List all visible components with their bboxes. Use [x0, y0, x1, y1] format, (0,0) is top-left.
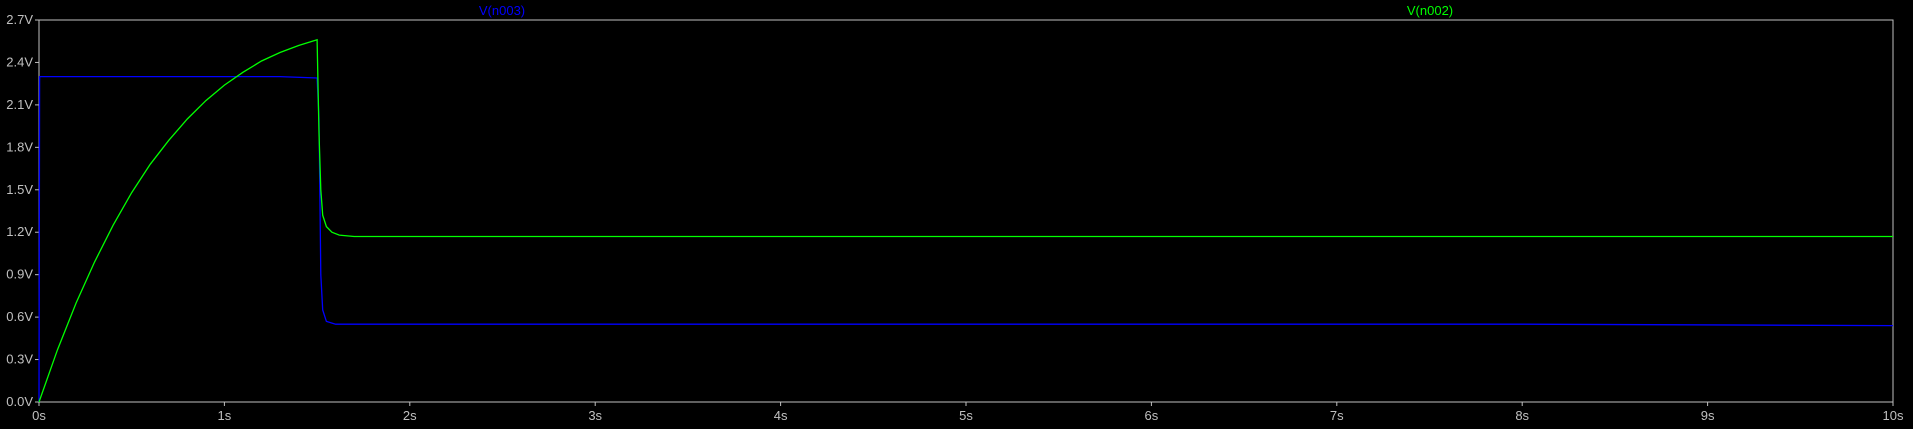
legend-label-v-n002[interactable]: V(n002) [1407, 3, 1453, 18]
x-tick-label: 0s [32, 408, 46, 423]
y-tick-label: 1.2V [6, 224, 33, 239]
y-tick-label: 1.5V [6, 182, 33, 197]
x-tick-label: 5s [959, 408, 973, 423]
x-tick-label: 2s [403, 408, 417, 423]
waveform-plot[interactable]: 0.0V 0.3V 0.6V 0.9V 1.2V 1.5V 1.8V 2.1V 2.4V 2.7V… [0, 0, 1913, 429]
x-tick-label: 3s [588, 408, 602, 423]
y-tick-label: 1.8V [6, 139, 33, 154]
plot-frame [38, 19, 1894, 403]
series-line-v-n003[interactable] [38, 75, 1894, 403]
y-tick-label: 0.0V [6, 394, 33, 409]
x-tick-label: 10s [1883, 408, 1904, 423]
x-tick-label: 7s [1330, 408, 1344, 423]
x-tick-label: 4s [774, 408, 788, 423]
y-tick-label: 0.9V [6, 267, 33, 282]
series-line-v-n002[interactable] [38, 38, 1893, 403]
y-tick-label: 0.6V [6, 309, 33, 324]
y-tick-label: 0.3V [6, 352, 33, 367]
waveform-plot-window[interactable]: 0.0V 0.3V 0.6V 0.9V 1.2V 1.5V 1.8V 2.1V 2.4V 2.7V… [0, 0, 1913, 429]
y-tick-label: 2.7V [6, 12, 33, 27]
x-tick-label: 1s [218, 408, 232, 423]
x-tick-label: 8s [1515, 408, 1529, 423]
y-tick-label: 2.4V [6, 54, 33, 69]
y-tick-label: 2.1V [6, 97, 33, 112]
x-tick-label: 6s [1145, 408, 1159, 423]
x-tick-label: 9s [1701, 408, 1715, 423]
legend-label-v-n003[interactable]: V(n003) [479, 3, 525, 18]
